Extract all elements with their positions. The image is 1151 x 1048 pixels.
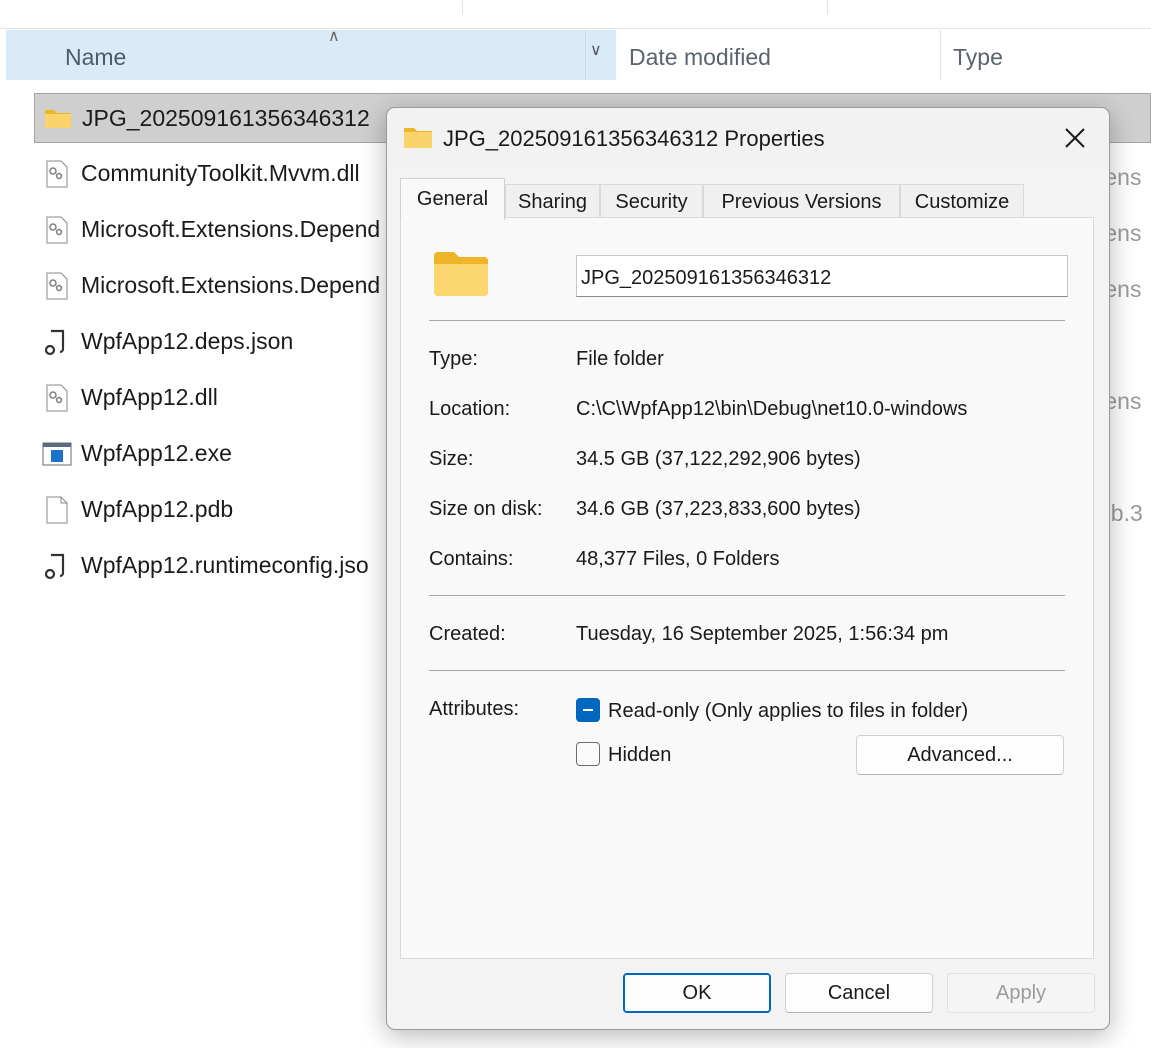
type-value: File folder [576,348,664,370]
column-divider[interactable] [585,30,586,80]
column-header-type[interactable]: Type [953,44,1003,71]
folder-icon [404,128,432,148]
readonly-checkbox[interactable] [576,698,600,722]
properties-dialog: JPG_20250916135634631​2 Properties Gener… [386,107,1110,1030]
file-name: WpfApp12.runtimeconfig.jso [81,552,369,578]
column-header-date-modified[interactable]: Date modified [629,44,771,71]
folder-name-input[interactable] [576,255,1068,297]
json-icon [44,553,65,580]
location-label: Location: [429,398,511,420]
size-label: Size: [429,448,474,470]
divider [429,670,1065,671]
contains-label: Contains: [429,548,514,570]
column-header-name-label: Name [65,44,127,70]
hidden-checkbox-label[interactable]: Hidden [608,744,671,767]
file-icon [46,496,68,524]
tab-security[interactable]: Security [600,184,703,218]
cancel-button[interactable]: Cancel [785,973,933,1013]
column-header-name[interactable]: ∧ Name ∨ [6,28,616,80]
location-value: C:\C\WpfApp12\bin\Debug\net10.0-windows [576,398,968,420]
file-name: Microsoft.Extensions.Depend [81,272,381,298]
apply-button[interactable]: Apply [947,973,1095,1013]
exe-icon [42,442,72,466]
dll-icon [46,216,68,244]
column-divider[interactable] [940,30,941,80]
type-label: Type: [429,348,478,370]
general-tab-panel: Type: File folder Location: C:\C\WpfApp1… [400,217,1094,959]
advanced-button[interactable]: Advanced... [856,735,1064,775]
divider [429,595,1065,596]
tab-sharing[interactable]: Sharing [505,184,600,218]
dll-icon [46,272,68,300]
ok-button[interactable]: OK [623,973,771,1013]
toolbar-divider [827,0,828,14]
file-name: Microsoft.Extensions.Depend [81,216,381,242]
tab-general[interactable]: General [400,178,505,220]
explorer-toolbar-strip [0,0,1151,29]
created-label: Created: [429,623,506,645]
tab-customize[interactable]: Customize [900,184,1024,218]
contains-value: 48,377 Files, 0 Folders [576,548,780,570]
toolbar-divider [462,0,463,14]
readonly-checkbox-label[interactable]: Read-only (Only applies to files in fold… [608,700,968,723]
file-name: WpfApp12.dll [81,384,218,410]
size-on-disk-label: Size on disk: [429,498,543,520]
chevron-down-icon[interactable]: ∨ [590,40,602,60]
column-header-row: ∧ Name ∨ Date modified Type [0,28,1151,82]
sort-ascending-icon: ∧ [328,28,340,45]
created-value: Tuesday, 16 September 2025, 1:56:34 pm [576,623,949,645]
dialog-title: JPG_20250916135634631​2 Properties [443,126,825,151]
file-name: JPG_20250916135634631​2 [82,105,370,131]
tab-previous-versions[interactable]: Previous Versions [703,184,900,218]
folder-icon [434,252,488,296]
file-name: WpfApp12.deps.json [81,328,294,354]
tab-strip: General Sharing Security Previous Versio… [400,178,1100,220]
file-name: CommunityToolkit.Mvvm.dll [81,160,360,186]
size-value: 34.5 GB (37,122,292,906 bytes) [576,448,861,470]
close-icon[interactable] [1059,122,1091,154]
size-on-disk-value: 34.6 GB (37,223,833,600 bytes) [576,498,861,520]
file-name: WpfApp12.pdb [81,496,234,522]
divider [429,320,1065,321]
dll-icon [46,384,68,412]
hidden-checkbox[interactable] [576,742,600,766]
attributes-label: Attributes: [429,698,520,720]
json-icon [44,329,65,356]
folder-icon [45,110,71,128]
file-name: WpfApp12.exe [81,440,232,466]
dll-icon [46,160,68,188]
dialog-titlebar[interactable]: JPG_20250916135634631​2 Properties [387,108,1109,168]
